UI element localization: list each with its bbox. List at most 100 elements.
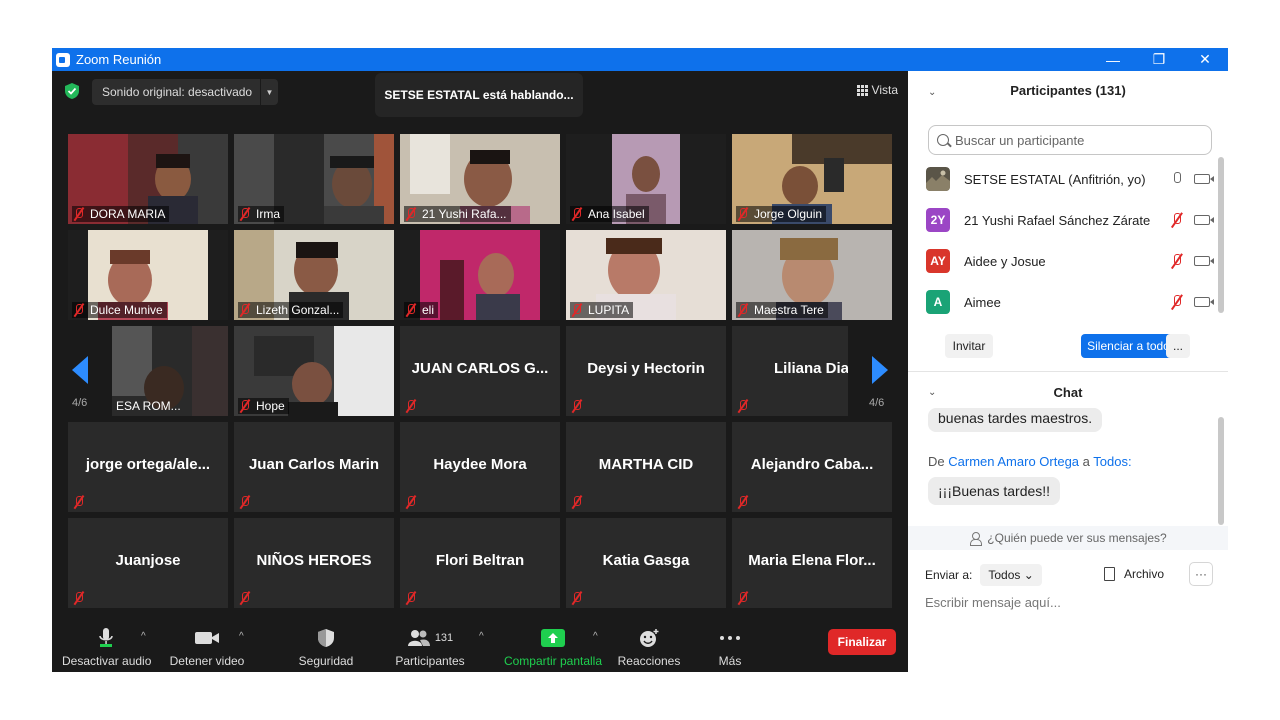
participant-name: Juan Carlos Marin (248, 456, 380, 473)
microphone-icon[interactable] (1170, 171, 1184, 187)
video-tile[interactable]: Dulce Munive (68, 230, 228, 320)
video-tile[interactable]: Irma (234, 134, 394, 224)
send-to-dropdown[interactable]: Todos ⌄ (980, 564, 1042, 586)
participant-name-label: Jorge Olguin (736, 206, 827, 222)
muted-mic-icon[interactable] (1170, 294, 1184, 310)
chat-message-input[interactable]: Escribir mensaje aquí... (925, 595, 1061, 610)
microphone-icon (99, 628, 113, 647)
name-tile[interactable]: Flori Beltran (400, 518, 560, 608)
participant-row[interactable]: A Aimee (926, 288, 1214, 316)
video-tile[interactable]: Maestra Tere (732, 230, 892, 320)
camera-icon[interactable] (1194, 215, 1214, 225)
mute-audio-button[interactable]: Desactivar audio (62, 627, 151, 668)
end-meeting-button[interactable]: Finalizar (828, 629, 896, 655)
window-controls: — ❐ ✕ (1090, 48, 1228, 71)
meeting-toolbar: Desactivar audio ^ Detener video ^ Segur… (52, 617, 908, 672)
chat-message-header: De Carmen Amaro Ortega a Todos: (928, 454, 1132, 469)
title-bar: Zoom Reunión — ❐ ✕ (52, 48, 1228, 71)
camera-icon[interactable] (1194, 174, 1214, 184)
video-tile[interactable]: 21 Yushi Rafa... (400, 134, 560, 224)
muted-mic-icon[interactable] (1170, 212, 1184, 228)
participants-button[interactable]: 131 Participantes (392, 627, 468, 668)
minimize-button[interactable]: — (1090, 48, 1136, 71)
restore-button[interactable]: ❐ (1136, 48, 1182, 71)
muted-mic-icon (238, 495, 252, 509)
video-tile[interactable]: LUPITA (566, 230, 726, 320)
muted-mic-icon (570, 591, 584, 605)
participant-count: 131 (434, 632, 454, 644)
share-options-caret-icon[interactable]: ^ (593, 631, 598, 642)
participant-row[interactable]: 2Y 21 Yushi Rafael Sánchez Zárate (926, 206, 1214, 234)
name-tile[interactable]: Haydee Mora (400, 422, 560, 512)
zoom-logo-icon (56, 52, 70, 67)
participant-name-label: Hope (238, 398, 289, 414)
original-sound-button[interactable]: Sonido original: desactivado ▼ (92, 79, 278, 105)
view-button[interactable]: Vista (856, 83, 898, 97)
muted-mic-icon (570, 207, 584, 221)
security-button[interactable]: Seguridad (288, 627, 364, 668)
video-tile[interactable]: DORA MARIA (68, 134, 228, 224)
muted-mic-icon (736, 303, 750, 317)
camera-icon[interactable] (1194, 256, 1214, 266)
name-tile[interactable]: JUAN CARLOS G... (400, 326, 560, 416)
encryption-shield-icon[interactable] (64, 82, 80, 100)
message-visibility-link[interactable]: ¿Quién puede ver sus mensajes? (908, 526, 1228, 550)
previous-page-arrow-icon[interactable] (72, 356, 88, 384)
recipient-name[interactable]: Todos: (1093, 454, 1131, 469)
video-options-caret-icon[interactable]: ^ (239, 631, 244, 642)
chevron-down-icon[interactable]: ▼ (260, 79, 278, 105)
name-tile[interactable]: Juan Carlos Marin (234, 422, 394, 512)
participant-name: Juanjose (115, 552, 181, 569)
name-tile[interactable]: Deysi y Hectorin (566, 326, 726, 416)
name-tile[interactable]: Juanjose (68, 518, 228, 608)
name-tile[interactable]: Liliana Diaz (732, 326, 848, 416)
video-camera-icon (195, 632, 219, 644)
panel-divider (908, 371, 1228, 372)
participant-name-label: eli (404, 302, 439, 318)
next-page-arrow-icon[interactable] (872, 356, 888, 384)
participant-search-input[interactable]: Buscar un participante (928, 125, 1212, 155)
name-tile[interactable]: NIÑOS HEROES (234, 518, 394, 608)
chat-message: buenas tardes maestros. (928, 408, 1103, 432)
video-tile[interactable]: Hope (234, 326, 394, 416)
audio-options-caret-icon[interactable]: ^ (141, 631, 146, 642)
view-label: Vista (871, 83, 898, 97)
name-tile[interactable]: Katia Gasga (566, 518, 726, 608)
participant-row[interactable]: SETSE ESTATAL (Anfitrión, yo) (926, 165, 1214, 193)
camera-icon[interactable] (1194, 297, 1214, 307)
name-tile[interactable]: jorge ortega/ale... (68, 422, 228, 512)
video-tile[interactable]: ESA ROM... (112, 326, 228, 416)
participant-name: jorge ortega/ale... (85, 456, 211, 473)
avatar: A (926, 290, 950, 314)
muted-mic-icon (238, 591, 252, 605)
video-tile[interactable]: eli (400, 230, 560, 320)
reactions-button[interactable]: Reacciones (614, 627, 684, 668)
side-panel: ⌄ Participantes (131) Buscar un particip… (908, 71, 1228, 672)
muted-mic-icon[interactable] (1170, 253, 1184, 269)
participants-more-button[interactable]: ... (1166, 334, 1190, 358)
chat-title: Chat (1053, 385, 1083, 400)
participants-options-caret-icon[interactable]: ^ (479, 631, 484, 642)
share-screen-button[interactable]: Compartir pantalla (502, 627, 604, 668)
sender-name[interactable]: Carmen Amaro Ortega (948, 454, 1079, 469)
name-tile[interactable]: Alejandro Caba... (732, 422, 892, 512)
invite-button[interactable]: Invitar (945, 334, 993, 358)
muted-mic-icon (404, 399, 418, 413)
participant-name: Haydee Mora (433, 456, 527, 473)
participants-scrollbar[interactable] (1218, 157, 1224, 313)
close-button[interactable]: ✕ (1182, 48, 1228, 71)
muted-mic-icon (404, 303, 418, 317)
chat-scrollbar[interactable] (1218, 417, 1224, 525)
chat-more-button[interactable]: ··· (1189, 562, 1213, 586)
name-tile[interactable]: MARTHA CID (566, 422, 726, 512)
name-tile[interactable]: Maria Elena Flor... (732, 518, 892, 608)
video-tile[interactable]: Ana Isabel (566, 134, 726, 224)
participant-row[interactable]: AY Aidee y Josue (926, 247, 1214, 275)
video-tile[interactable]: Lizeth Gonzal... (234, 230, 394, 320)
file-button[interactable]: Archivo (1104, 567, 1164, 581)
original-sound-label: Sonido original: desactivado (102, 85, 253, 99)
more-button[interactable]: Más (704, 627, 756, 668)
participant-name-label: Dulce Munive (72, 302, 167, 318)
video-tile[interactable]: Jorge Olguin (732, 134, 892, 224)
avatar: AY (926, 249, 950, 273)
